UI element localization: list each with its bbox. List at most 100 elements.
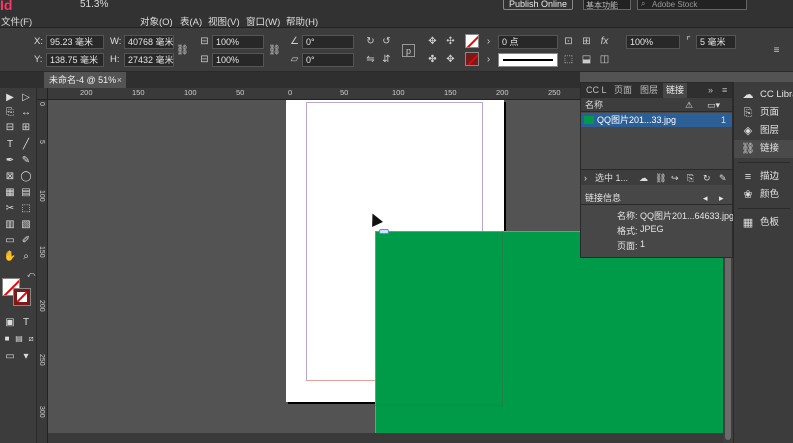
select-content-icon[interactable]: ✣ <box>444 35 457 48</box>
scale-link-icon[interactable]: ⛓ <box>268 44 281 57</box>
selection-tool-icon[interactable]: ▶ <box>3 91 17 104</box>
warning-column-icon[interactable]: ⚠ <box>685 98 693 112</box>
select-container-icon[interactable]: ✥ <box>426 35 439 48</box>
eyedropper-tool-icon[interactable]: ✐ <box>19 234 33 247</box>
note-tool-icon[interactable]: ▭ <box>3 234 17 247</box>
fit-frame-icon[interactable]: ⬚ <box>562 53 575 66</box>
stroke-swatch[interactable] <box>465 52 479 66</box>
gap-tool-icon[interactable]: ↔ <box>19 106 33 119</box>
preview-mode-icon[interactable]: ▾ <box>19 350 33 363</box>
apply-none-icon[interactable]: ⧄ <box>24 332 38 345</box>
fill-dropdown-icon[interactable]: › <box>482 35 495 48</box>
workspace-switcher[interactable]: 基本功能 <box>583 0 631 10</box>
menu-help[interactable]: 帮助(H) <box>286 14 318 28</box>
table-tool-icon[interactable]: ▦ <box>3 186 17 199</box>
link-row[interactable]: QQ图片201...33.jpg 1 <box>581 113 732 127</box>
apply-container-icon[interactable]: ▣ <box>3 316 17 329</box>
direct-selection-tool-icon[interactable]: ▷ <box>19 91 33 104</box>
fit-content-icon[interactable]: ⬓ <box>580 53 593 66</box>
select-next-icon[interactable]: ✥ <box>444 53 457 66</box>
go-to-link-icon[interactable]: ↪ <box>671 170 679 186</box>
expand-icon[interactable]: › <box>584 170 587 186</box>
menu-object[interactable]: 对象(O) <box>140 14 173 28</box>
line-tool-icon[interactable]: ╱ <box>19 138 33 151</box>
w-field[interactable]: 40768 毫米 <box>124 35 174 49</box>
hand-tool-icon[interactable]: ✋ <box>3 250 17 263</box>
flip-h-icon[interactable]: ⇋ <box>364 53 377 66</box>
constrain-proportions-icon[interactable]: ⛓ <box>176 44 189 57</box>
refresh-icon[interactable]: ↻ <box>703 170 711 186</box>
page-column-icon[interactable]: ▭▾ <box>707 98 720 112</box>
dock-pages[interactable]: ⎘ 页面 <box>734 104 793 122</box>
tab-links[interactable]: 链接 <box>663 83 688 98</box>
rotate-cw-icon[interactable]: ↻ <box>364 35 377 48</box>
scale-y-field[interactable]: 100% <box>212 53 264 67</box>
y-field[interactable]: 138.75 毫米 <box>46 53 104 67</box>
prev-link-icon[interactable]: ◂ <box>703 191 708 205</box>
tab-layers[interactable]: 图层 <box>637 83 661 98</box>
relink-icon[interactable]: ⛓ <box>655 170 666 186</box>
select-prev-icon[interactable]: ✤ <box>426 53 439 66</box>
ellipse-tool-icon[interactable]: ◯ <box>19 170 33 183</box>
stroke-type-select[interactable] <box>498 53 558 67</box>
panel-menu-icon[interactable]: ≡ <box>719 83 730 98</box>
pen-tool-icon[interactable]: ✒ <box>3 154 17 167</box>
dock-layers[interactable]: ◈ 图层 <box>734 122 793 140</box>
free-transform-tool-icon[interactable]: ⬚ <box>19 202 33 215</box>
update-link-icon[interactable]: ⎘ <box>687 170 694 186</box>
menu-view[interactable]: 视图(V) <box>208 14 240 28</box>
cloud-icon[interactable]: ☁ <box>639 170 648 186</box>
menu-window[interactable]: 窗口(W) <box>246 14 280 28</box>
type-tool-icon[interactable]: T <box>3 138 17 151</box>
frame-handle[interactable] <box>379 229 389 234</box>
scissors-tool-icon[interactable]: ✂ <box>3 202 17 215</box>
dock-stroke[interactable]: ≡ 描边 <box>734 168 793 186</box>
pencil-tool-icon[interactable]: ✎ <box>19 154 33 167</box>
corner-options-icon[interactable]: ⌜ <box>682 35 695 48</box>
close-tab-icon[interactable]: × <box>117 72 122 88</box>
stroke-dropdown-icon[interactable]: › <box>482 53 495 66</box>
panel-collapse-icon[interactable]: » <box>705 83 716 98</box>
dock-color[interactable]: ❀ 颜色 <box>734 186 793 204</box>
adobe-stock-search[interactable]: Adobe Stock <box>637 0 747 10</box>
vertical-ruler[interactable]: 0 5 100 150 200 250 300 <box>37 100 48 443</box>
dock-cc-libraries[interactable]: ☁ CC Libraries <box>734 86 793 104</box>
corner-size-field[interactable]: 5 毫米 <box>696 35 736 49</box>
dock-links[interactable]: ⛓ 链接 <box>734 140 793 158</box>
fitting-icon[interactable]: ⊞ <box>580 35 593 48</box>
ruler-origin[interactable] <box>37 88 48 100</box>
page-tool-icon[interactable]: ⎘ <box>3 106 17 119</box>
content-collector-icon[interactable]: ⊟ <box>3 121 17 134</box>
tab-pages[interactable]: 页面 <box>611 83 635 98</box>
rectangle-frame-tool-icon[interactable]: ⊠ <box>3 170 17 183</box>
zoom-level[interactable]: 51.3% <box>80 0 108 10</box>
x-field[interactable]: 95.23 毫米 <box>46 35 104 49</box>
fill-swatch[interactable] <box>465 34 479 48</box>
dock-swatches[interactable]: ▦ 色板 <box>734 214 793 232</box>
shear-field[interactable]: 0° <box>302 53 354 67</box>
grid-tool-icon[interactable]: ▤ <box>19 186 33 199</box>
content-placer-icon[interactable]: ⊞ <box>19 121 33 134</box>
links-column-header[interactable]: 名称 ⚠ ▭▾ <box>581 98 732 112</box>
scale-x-field[interactable]: 100% <box>212 35 264 49</box>
document-tab[interactable]: 未命名-4 @ 51% × <box>44 72 126 88</box>
gradient-feather-tool-icon[interactable]: ▧ <box>19 218 33 231</box>
gradient-swatch-tool-icon[interactable]: ▥ <box>3 218 17 231</box>
menu-table[interactable]: 表(A) <box>180 14 202 28</box>
text-wrap-icon[interactable]: ⊡ <box>562 35 575 48</box>
stroke-color-swatch[interactable] <box>13 288 31 306</box>
tab-cc-libraries[interactable]: CC L <box>583 83 610 98</box>
apply-text-icon[interactable]: T <box>19 316 33 329</box>
shadow-icon[interactable]: ◫ <box>598 53 611 66</box>
horizontal-scrollbar[interactable] <box>48 433 723 443</box>
normal-view-mode-icon[interactable]: ▭ <box>3 350 17 363</box>
stroke-weight-field[interactable]: 0 点 <box>498 35 558 49</box>
menu-file[interactable]: 文件(F) <box>1 14 32 28</box>
horizontal-ruler[interactable]: 200 150 100 50 0 50 100 150 200 250 <box>48 88 580 100</box>
edit-original-icon[interactable]: ✎ <box>719 170 727 186</box>
zoom-tool-icon[interactable]: ⌕ <box>19 250 33 263</box>
fill-stroke-swatches[interactable] <box>2 278 32 306</box>
opacity-field[interactable]: 100% <box>626 35 680 49</box>
rotate-ccw-icon[interactable]: ↺ <box>380 35 393 48</box>
publish-online-button[interactable]: Publish Online <box>503 0 573 10</box>
